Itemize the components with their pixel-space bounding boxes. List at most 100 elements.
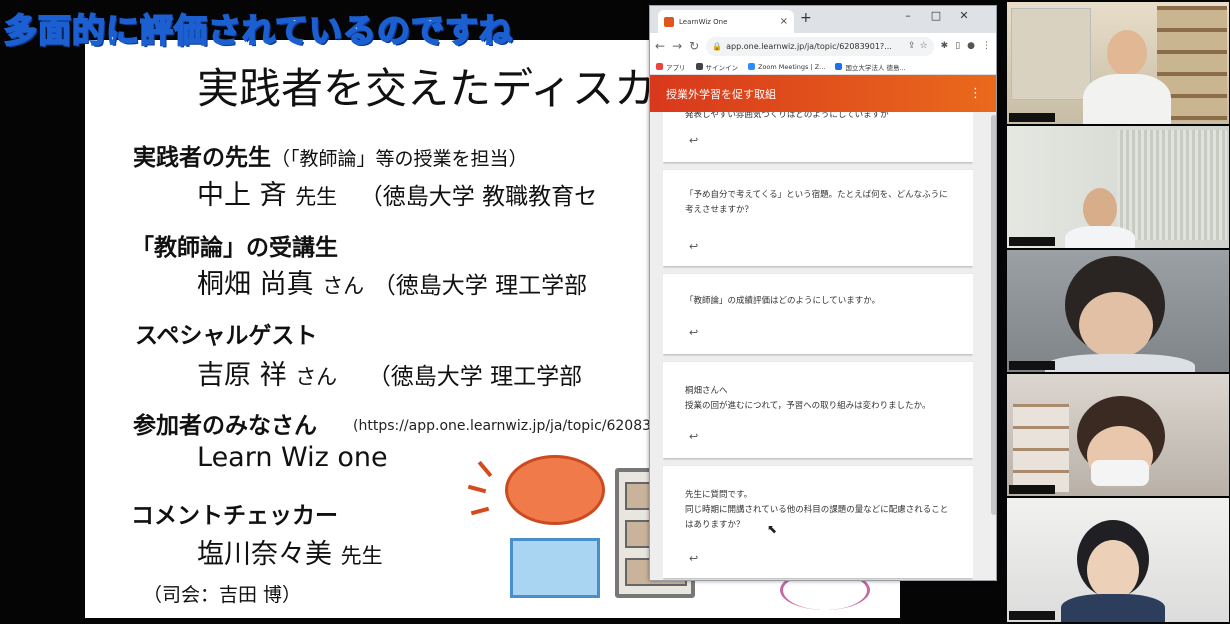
bookmark-label: 国立大学法人 徳島... (845, 63, 906, 72)
lock-icon: 🔒 (712, 41, 723, 51)
participant-video[interactable] (1007, 250, 1229, 372)
checker-honorific: 先生 (340, 544, 383, 568)
participant-nameplate (1009, 485, 1055, 494)
participant-body (1061, 594, 1165, 622)
reply-icon[interactable]: ↩ (689, 326, 698, 339)
subtitle-caption: 多面的に評価されているのですね (3, 10, 514, 51)
checker-heading: コメントチェッカー (131, 503, 338, 529)
post-text: 「教師論」の成績評価はどのようにしていますか。 (685, 296, 881, 306)
reply-icon[interactable]: ↩ (689, 134, 698, 147)
student-heading: 「教師論」の受講生 (131, 235, 338, 261)
forward-arrow-icon[interactable]: → (672, 39, 682, 53)
participant-video[interactable] (1007, 498, 1229, 622)
guest-honorific: さん (295, 365, 338, 389)
video-conference-screen: 多面的に評価されているのですね 実践者を交えたディスカ 実践者の先生（「教師論」… (0, 0, 1230, 624)
speech-bubble-illustration (510, 538, 600, 598)
post-card[interactable]: 桐畑さんへ 授業の回が進むにつれて，予習への取り組みは変わりましたか。 ↩ (663, 362, 973, 458)
participant-nameplate (1009, 361, 1055, 370)
spark-decoration (470, 506, 490, 516)
practitioner-affiliation: （徳島大学 教職教育セ (359, 184, 598, 210)
participant-video[interactable] (1007, 2, 1229, 124)
share-icon[interactable]: ⇪ (908, 41, 916, 51)
participant-person (1007, 250, 1229, 372)
bookmark-label: Zoom Meetings | Z... (758, 62, 826, 71)
participant-head (1087, 540, 1139, 600)
participants-url: (https://app.one.learnwiz.jp/ja/topic/62… (353, 418, 678, 434)
participant-person (1007, 498, 1229, 622)
address-bar[interactable]: 🔒 app.one.learnwiz.jp/ja/topic/62083901?… (706, 36, 934, 56)
url-text[interactable]: app.one.learnwiz.jp/ja/topic/62083901?..… (726, 42, 904, 51)
bookmarks-bar: アプリ サインイン Zoom Meetings | Z... 国立大学法人 徳島... (650, 59, 996, 75)
profile-icon[interactable]: ● (967, 41, 975, 51)
student-affiliation: （徳島大学 理工学部 (372, 273, 588, 299)
guest-heading: スペシャルゲスト (135, 323, 318, 349)
moderator-credit: （司会：吉田 博） (143, 584, 302, 606)
reload-icon[interactable]: ↻ (689, 39, 699, 53)
participant-person (1007, 374, 1229, 496)
new-tab-button[interactable]: + (800, 10, 812, 26)
bookmark-item[interactable]: アプリ (656, 62, 686, 72)
browser-window: LearnWiz One × + – □ ✕ ← → ↻ 🔒 app.one.l… (649, 5, 997, 581)
reply-icon[interactable]: ↩ (689, 552, 698, 565)
spark-decoration (467, 484, 487, 494)
participant-body (1065, 226, 1135, 248)
bookmark-label: アプリ (666, 63, 686, 72)
bookmark-item[interactable]: Zoom Meetings | Z... (748, 63, 825, 71)
post-text: 桐畑さんへ 授業の回が進むにつれて，予習への取り組みは変わりましたか。 (685, 386, 931, 411)
minimize-icon[interactable]: – (898, 9, 918, 22)
scrollbar[interactable] (991, 115, 996, 515)
shelf-decoration (1013, 404, 1069, 492)
practitioner-honorific: 先生 (295, 185, 338, 209)
star-icon[interactable]: ☆ (920, 41, 928, 51)
participant-video[interactable] (1007, 126, 1229, 248)
participant-nameplate (1009, 113, 1055, 122)
bookmark-favicon-icon (656, 63, 663, 70)
post-card[interactable]: 発表しやすい雰囲気づくりはどのようにしていますか ↩ (663, 112, 973, 162)
browser-tab[interactable]: LearnWiz One × (658, 10, 794, 33)
app-menu-icon[interactable]: ⋮ (969, 86, 982, 101)
bookmark-favicon-icon (748, 63, 755, 70)
post-card[interactable]: 「予め自分で考えてくる」という宿題。たとえば何を、どんなふうに考えさせますか？ ↩ (663, 170, 973, 266)
learnwiz-app: 授業外学習を促す取組 ⋮ 発表しやすい雰囲気づくりはどのようにしていますか ↩ 「予… (650, 75, 996, 580)
tab-title: LearnWiz One (679, 17, 728, 26)
reply-icon[interactable]: ↩ (689, 430, 698, 443)
mouse-cursor-icon: ⬉ (767, 522, 778, 536)
sidebar-icon[interactable]: ▯ (955, 41, 960, 51)
app-bar-title: 授業外学習を促す取組 (666, 87, 776, 101)
participant-video[interactable] (1007, 374, 1229, 496)
practitioner-name-line: 中上 斉 先生 （徳島大学 教職教育セ (197, 173, 597, 212)
reply-icon[interactable]: ↩ (689, 240, 698, 253)
face-mask (1091, 460, 1149, 486)
guest-name-line: 吉原 祥 さん （徳島大学 理工学部 (197, 353, 582, 392)
tab-close-icon[interactable]: × (780, 16, 788, 27)
bookmark-item[interactable]: 国立大学法人 徳島... (835, 62, 906, 72)
post-card[interactable]: 「教師論」の成績評価はどのようにしていますか。 ↩ (663, 274, 973, 354)
bookmark-label: サインイン (705, 63, 739, 72)
spark-decoration (477, 460, 493, 478)
slide-title: 実践者を交えたディスカ (197, 64, 657, 113)
browser-toolbar: ← → ↻ 🔒 app.one.learnwiz.jp/ja/topic/620… (650, 33, 996, 59)
guest-affiliation: （徳島大学 理工学部 (367, 364, 583, 390)
student-name: 桐畑 尚真 (197, 269, 314, 300)
kebab-menu-icon[interactable]: ⋮ (982, 41, 991, 51)
participants-heading: 参加者のみなさん (133, 413, 317, 439)
poster-decoration (1011, 8, 1091, 100)
participant-nameplate (1009, 611, 1055, 620)
maximize-icon[interactable]: □ (926, 9, 946, 22)
back-arrow-icon[interactable]: ← (655, 39, 665, 53)
practitioner-heading: 実践者の先生（「教師論」等の授業を担当） (133, 145, 528, 171)
bookmark-favicon-icon (835, 63, 843, 70)
checker-name-line: 塩川奈々美 先生 (197, 532, 383, 571)
post-card[interactable]: 先生に質問です。 同じ時期に開講されている他の科目の課題の量などに配慮されること… (663, 466, 973, 578)
app-bar: 授業外学習を促す取組 ⋮ (650, 75, 996, 112)
participant-person (1007, 2, 1229, 124)
post-text: 先生に質問です。 同じ時期に開講されている他の科目の課題の量などに配慮されること… (685, 490, 949, 530)
bookmark-item[interactable]: サインイン (695, 62, 739, 72)
guest-name: 吉原 祥 (197, 360, 287, 391)
post-text: 発表しやすい雰囲気づくりはどのようにしていますか (685, 112, 889, 120)
puzzle-icon[interactable]: ✱ (941, 41, 949, 51)
student-name-line: 桐畑 尚真 さん （徳島大学 理工学部 (197, 262, 587, 301)
student-honorific: さん (322, 274, 365, 298)
checker-name: 塩川奈々美 (197, 539, 332, 570)
window-close-icon[interactable]: ✕ (954, 9, 974, 22)
